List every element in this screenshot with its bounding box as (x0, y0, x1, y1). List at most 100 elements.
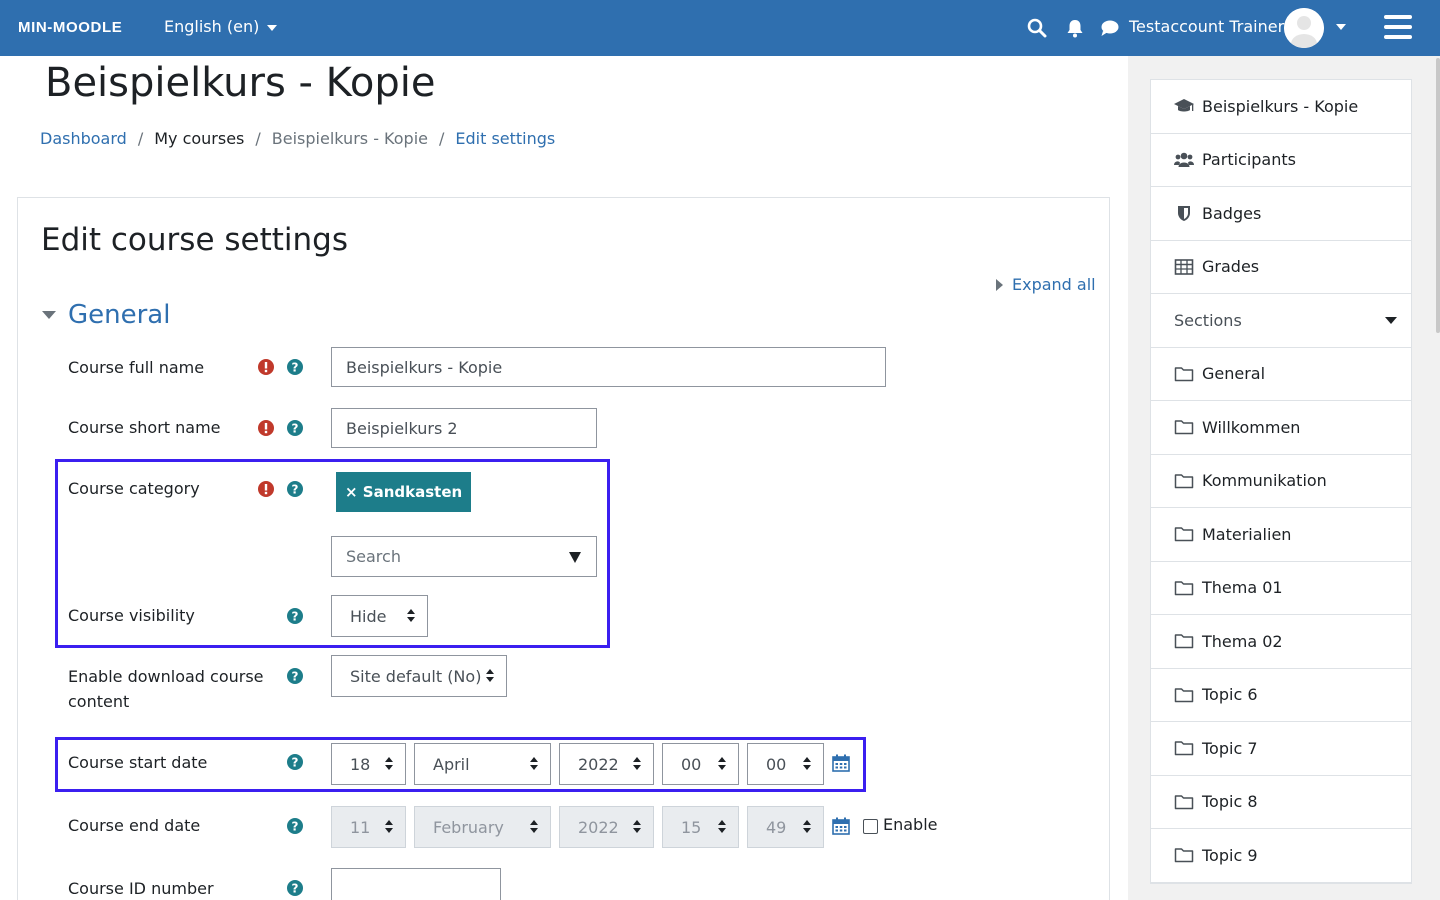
startdate-hour-select[interactable]: 00 (662, 743, 739, 785)
site-brand[interactable]: MIN-MOODLE (18, 19, 122, 36)
select-arrows-icon (633, 820, 641, 834)
sidebar-item-willkommen[interactable]: Willkommen (1151, 401, 1411, 455)
enddate-enable-checkbox[interactable] (863, 819, 878, 834)
folder-icon (1174, 741, 1194, 756)
bell-icon[interactable] (1065, 18, 1085, 38)
startdate-day-select[interactable]: 18 (331, 743, 406, 785)
category-chip[interactable]: × Sandkasten (336, 472, 472, 512)
sidebar-item-label: Beispielkurs - Kopie (1202, 96, 1359, 116)
enddate-hour-select[interactable]: 15 (662, 806, 739, 848)
help-icon[interactable]: ? (287, 608, 303, 624)
folder-icon (1174, 420, 1194, 435)
menu-icon[interactable] (1384, 15, 1412, 39)
category-search-dropdown[interactable]: Search (331, 536, 597, 577)
breadcrumb-separator: / (137, 129, 144, 148)
sidebar-item-topic-6[interactable]: Topic 6 (1151, 669, 1411, 722)
required-icon (258, 420, 274, 436)
category-search-placeholder: Search (346, 547, 401, 566)
sidebar-item-badges[interactable]: Badges (1151, 187, 1411, 241)
folder-icon (1174, 527, 1194, 542)
page-title: Beispielkurs - Kopie (45, 60, 436, 106)
help-icon[interactable]: ? (287, 880, 303, 896)
section-general-toggle[interactable]: General (42, 300, 170, 330)
sidebar-item-label: Topic 7 (1202, 738, 1258, 758)
enddate-month-select[interactable]: February (414, 806, 551, 848)
scrollbar[interactable] (1436, 58, 1440, 333)
svg-text:?: ? (292, 756, 299, 770)
sidebar-item-kommunikation[interactable]: Kommunikation (1151, 455, 1411, 508)
sidebar-item-course[interactable]: Beispielkurs - Kopie (1151, 80, 1411, 134)
avatar[interactable] (1284, 8, 1324, 48)
select-arrows-icon (486, 669, 494, 683)
folder-icon (1174, 848, 1194, 863)
startdate-day: 18 (350, 754, 371, 774)
breadcrumb-dashboard[interactable]: Dashboard (40, 129, 127, 148)
fullname-input[interactable]: Beispielkurs - Kopie (331, 347, 886, 387)
sidebar-item-thema-02[interactable]: Thema 02 (1151, 615, 1411, 669)
download-select[interactable]: Site default (No) (331, 655, 507, 697)
user-name[interactable]: Testaccount Trainer (1129, 17, 1284, 36)
help-icon[interactable]: ? (287, 818, 303, 834)
startdate-minute-select[interactable]: 00 (747, 743, 824, 785)
visibility-select[interactable]: Hide (331, 595, 428, 637)
help-icon[interactable]: ? (287, 754, 303, 770)
sidebar-sections-toggle[interactable]: Sections (1151, 294, 1411, 348)
startdate-minute: 00 (766, 754, 787, 774)
sidebar-item-label: General (1202, 364, 1266, 384)
enddate-year-select[interactable]: 2022 (559, 806, 654, 848)
startdate-label: Course start date (68, 753, 208, 772)
sidebar-item-grades[interactable]: Grades (1151, 241, 1411, 294)
expand-all-link[interactable]: Expand all (996, 275, 1096, 294)
sidebar-item-label: Topic 6 (1202, 685, 1258, 705)
enddate-minute-select[interactable]: 49 (747, 806, 824, 848)
chevron-down-icon (1385, 317, 1397, 324)
select-arrows-icon (407, 609, 415, 623)
folder-icon (1174, 688, 1194, 702)
select-arrows-icon (530, 820, 538, 834)
calendar-icon[interactable] (832, 754, 850, 772)
sidebar-item-topic-9[interactable]: Topic 9 (1151, 829, 1411, 883)
sidebar-item-thema-01[interactable]: Thema 01 (1151, 562, 1411, 615)
enddate-minute: 49 (766, 817, 787, 837)
sidebar-item-label: Topic 9 (1202, 845, 1258, 865)
shield-icon (1178, 206, 1190, 222)
caret-right-icon (996, 278, 1003, 291)
sidebar-item-label: Kommunikation (1202, 471, 1327, 491)
breadcrumb-course[interactable]: Beispielkurs - Kopie (272, 129, 428, 148)
startdate-year-select[interactable]: 2022 (559, 743, 654, 785)
table-icon (1174, 258, 1194, 275)
shortname-input[interactable]: Beispielkurs 2 (331, 408, 597, 448)
users-icon (1174, 152, 1194, 167)
enddate-day-select[interactable]: 11 (331, 806, 406, 848)
user-menu-chevron-icon[interactable] (1336, 24, 1346, 30)
svg-text:?: ? (292, 361, 299, 375)
download-label-line2: content (68, 692, 130, 711)
dropdown-arrow-icon (569, 552, 581, 563)
help-icon[interactable]: ? (287, 668, 303, 684)
help-icon[interactable]: ? (287, 359, 303, 375)
download-label-line1: Enable download course (68, 667, 264, 686)
calendar-icon[interactable] (832, 817, 850, 835)
enddate-enable-label[interactable]: Enable (883, 815, 938, 834)
chat-icon[interactable] (1100, 18, 1120, 38)
sidebar-item-topic-7[interactable]: Topic 7 (1151, 722, 1411, 776)
sidebar-item-participants[interactable]: Participants (1151, 134, 1411, 187)
language-menu[interactable]: English (en) (164, 17, 278, 36)
sidebar-item-topic-8[interactable]: Topic 8 (1151, 776, 1411, 829)
fullname-label: Course full name (68, 358, 205, 377)
user-avatar-icon (1284, 8, 1324, 48)
search-icon[interactable] (1027, 18, 1047, 38)
select-arrows-icon (803, 820, 811, 834)
breadcrumb-edit-settings[interactable]: Edit settings (455, 129, 555, 148)
startdate-month-select[interactable]: April (414, 743, 551, 785)
folder-icon (1174, 581, 1194, 595)
select-arrows-icon (718, 757, 726, 771)
sidebar-item-label: Thema 02 (1202, 631, 1283, 651)
help-icon[interactable]: ? (287, 420, 303, 436)
idnumber-input[interactable] (331, 868, 501, 900)
sidebar-item-materialien[interactable]: Materialien (1151, 508, 1411, 562)
help-icon[interactable]: ? (287, 481, 303, 497)
visibility-label: Course visibility (68, 606, 195, 625)
sidebar-item-general[interactable]: General (1151, 348, 1411, 401)
breadcrumb-my-courses[interactable]: My courses (154, 129, 244, 148)
